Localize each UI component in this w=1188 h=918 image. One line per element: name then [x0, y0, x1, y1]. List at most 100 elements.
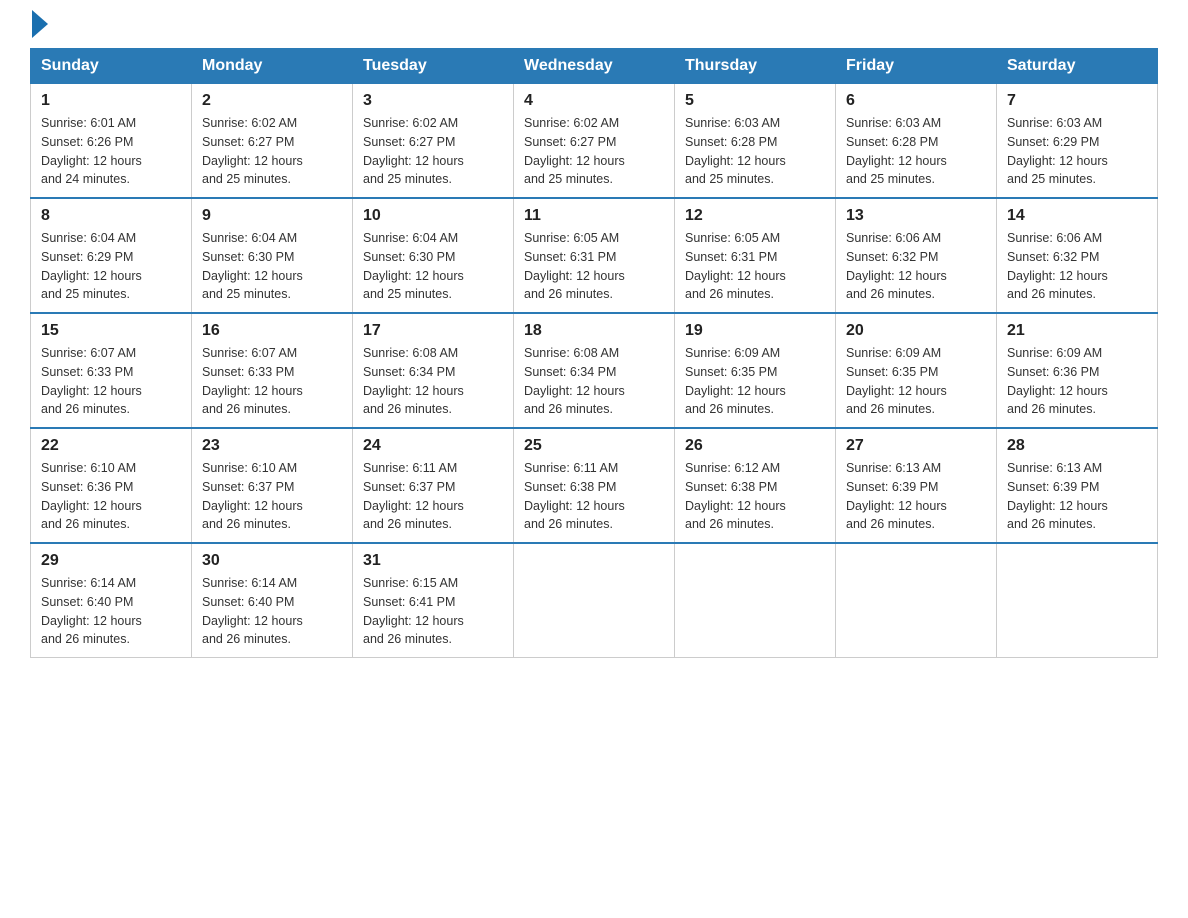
calendar-cell: 6 Sunrise: 6:03 AMSunset: 6:28 PMDaylight…: [836, 84, 997, 199]
calendar-cell: [675, 543, 836, 658]
day-info: Sunrise: 6:13 AMSunset: 6:39 PMDaylight:…: [846, 459, 986, 534]
day-number: 1: [41, 92, 181, 110]
day-number: 6: [846, 92, 986, 110]
calendar-cell: 21 Sunrise: 6:09 AMSunset: 6:36 PMDayligh…: [997, 313, 1158, 428]
day-info: Sunrise: 6:10 AMSunset: 6:37 PMDaylight:…: [202, 459, 342, 534]
day-info: Sunrise: 6:05 AMSunset: 6:31 PMDaylight:…: [524, 229, 664, 304]
calendar-cell: 2Sunrise: 6:02 AMSunset: 6:27 PMDaylight…: [192, 84, 353, 199]
calendar-week-row: 29 Sunrise: 6:14 AMSunset: 6:40 PMDayligh…: [31, 543, 1158, 658]
day-info: Sunrise: 6:08 AMSunset: 6:34 PMDaylight:…: [363, 344, 503, 419]
calendar-cell: 23 Sunrise: 6:10 AMSunset: 6:37 PMDayligh…: [192, 428, 353, 543]
day-number: 15: [41, 322, 181, 340]
calendar-header-tuesday: Tuesday: [353, 49, 514, 84]
day-number: 20: [846, 322, 986, 340]
calendar-table: SundayMondayTuesdayWednesdayThursdayFrid…: [30, 48, 1158, 658]
day-number: 14: [1007, 207, 1147, 225]
day-info: Sunrise: 6:07 AMSunset: 6:33 PMDaylight:…: [202, 344, 342, 419]
calendar-week-row: 1 Sunrise: 6:01 AMSunset: 6:26 PMDaylight…: [31, 84, 1158, 199]
logo: [30, 20, 48, 38]
day-number: 17: [363, 322, 503, 340]
day-number: 2: [202, 92, 342, 110]
calendar-cell: 29Sunrise: 6:14 AMSunset: 6:40 PMDayligh…: [31, 543, 192, 658]
calendar-week-row: 15 Sunrise: 6:07 AMSunset: 6:33 PMDayligh…: [31, 313, 1158, 428]
day-info: Sunrise: 6:08 AMSunset: 6:34 PMDaylight:…: [524, 344, 664, 419]
day-number: 31: [363, 552, 503, 570]
day-number: 28: [1007, 437, 1147, 455]
calendar-cell: 4 Sunrise: 6:02 AMSunset: 6:27 PMDaylight…: [514, 84, 675, 199]
day-number: 5: [685, 92, 825, 110]
calendar-cell: 26 Sunrise: 6:12 AMSunset: 6:38 PMDayligh…: [675, 428, 836, 543]
day-info: Sunrise: 6:09 AMSunset: 6:35 PMDaylight:…: [685, 344, 825, 419]
page-header: [30, 20, 1158, 38]
day-number: 27: [846, 437, 986, 455]
day-info: Sunrise: 6:07 AMSunset: 6:33 PMDaylight:…: [41, 344, 181, 419]
calendar-cell: 19 Sunrise: 6:09 AMSunset: 6:35 PMDayligh…: [675, 313, 836, 428]
calendar-cell: 20 Sunrise: 6:09 AMSunset: 6:35 PMDayligh…: [836, 313, 997, 428]
day-number: 11: [524, 207, 664, 225]
calendar-cell: [836, 543, 997, 658]
calendar-header-row: SundayMondayTuesdayWednesdayThursdayFrid…: [31, 49, 1158, 84]
calendar-cell: 7Sunrise: 6:03 AMSunset: 6:29 PMDaylight…: [997, 84, 1158, 199]
calendar-header-thursday: Thursday: [675, 49, 836, 84]
day-number: 29: [41, 552, 181, 570]
day-info: Sunrise: 6:09 AMSunset: 6:35 PMDaylight:…: [846, 344, 986, 419]
calendar-cell: 25 Sunrise: 6:11 AMSunset: 6:38 PMDayligh…: [514, 428, 675, 543]
day-number: 25: [524, 437, 664, 455]
calendar-cell: 24 Sunrise: 6:11 AMSunset: 6:37 PMDayligh…: [353, 428, 514, 543]
calendar-cell: 11 Sunrise: 6:05 AMSunset: 6:31 PMDayligh…: [514, 198, 675, 313]
day-info: Sunrise: 6:06 AMSunset: 6:32 PMDaylight:…: [1007, 229, 1147, 304]
day-info: Sunrise: 6:09 AMSunset: 6:36 PMDaylight:…: [1007, 344, 1147, 419]
calendar-cell: 16 Sunrise: 6:07 AMSunset: 6:33 PMDayligh…: [192, 313, 353, 428]
day-number: 3: [363, 92, 503, 110]
day-number: 8: [41, 207, 181, 225]
calendar-cell: 31Sunrise: 6:15 AMSunset: 6:41 PMDayligh…: [353, 543, 514, 658]
calendar-cell: 22 Sunrise: 6:10 AMSunset: 6:36 PMDayligh…: [31, 428, 192, 543]
calendar-cell: 15 Sunrise: 6:07 AMSunset: 6:33 PMDayligh…: [31, 313, 192, 428]
day-info: Sunrise: 6:14 AMSunset: 6:40 PMDaylight:…: [202, 574, 342, 649]
calendar-cell: [997, 543, 1158, 658]
day-number: 16: [202, 322, 342, 340]
calendar-cell: 5 Sunrise: 6:03 AMSunset: 6:28 PMDaylight…: [675, 84, 836, 199]
calendar-cell: 13 Sunrise: 6:06 AMSunset: 6:32 PMDayligh…: [836, 198, 997, 313]
calendar-header-saturday: Saturday: [997, 49, 1158, 84]
calendar-cell: 9Sunrise: 6:04 AMSunset: 6:30 PMDaylight…: [192, 198, 353, 313]
day-info: Sunrise: 6:11 AMSunset: 6:38 PMDaylight:…: [524, 459, 664, 534]
day-info: Sunrise: 6:12 AMSunset: 6:38 PMDaylight:…: [685, 459, 825, 534]
calendar-cell: 18 Sunrise: 6:08 AMSunset: 6:34 PMDayligh…: [514, 313, 675, 428]
day-number: 18: [524, 322, 664, 340]
day-info: Sunrise: 6:13 AMSunset: 6:39 PMDaylight:…: [1007, 459, 1147, 534]
day-number: 12: [685, 207, 825, 225]
day-info: Sunrise: 6:06 AMSunset: 6:32 PMDaylight:…: [846, 229, 986, 304]
day-number: 30: [202, 552, 342, 570]
calendar-cell: 10Sunrise: 6:04 AMSunset: 6:30 PMDayligh…: [353, 198, 514, 313]
day-info: Sunrise: 6:02 AMSunset: 6:27 PMDaylight:…: [524, 114, 664, 189]
calendar-cell: 8 Sunrise: 6:04 AMSunset: 6:29 PMDaylight…: [31, 198, 192, 313]
day-number: 13: [846, 207, 986, 225]
day-info: Sunrise: 6:01 AMSunset: 6:26 PMDaylight:…: [41, 114, 181, 189]
day-info: Sunrise: 6:02 AMSunset: 6:27 PMDaylight:…: [363, 114, 503, 189]
calendar-cell: 1 Sunrise: 6:01 AMSunset: 6:26 PMDaylight…: [31, 84, 192, 199]
calendar-week-row: 8 Sunrise: 6:04 AMSunset: 6:29 PMDaylight…: [31, 198, 1158, 313]
day-info: Sunrise: 6:04 AMSunset: 6:30 PMDaylight:…: [202, 229, 342, 304]
day-info: Sunrise: 6:04 AMSunset: 6:30 PMDaylight:…: [363, 229, 503, 304]
day-info: Sunrise: 6:04 AMSunset: 6:29 PMDaylight:…: [41, 229, 181, 304]
day-number: 23: [202, 437, 342, 455]
day-info: Sunrise: 6:03 AMSunset: 6:28 PMDaylight:…: [846, 114, 986, 189]
calendar-header-sunday: Sunday: [31, 49, 192, 84]
day-info: Sunrise: 6:11 AMSunset: 6:37 PMDaylight:…: [363, 459, 503, 534]
day-number: 19: [685, 322, 825, 340]
day-number: 24: [363, 437, 503, 455]
day-number: 4: [524, 92, 664, 110]
day-info: Sunrise: 6:05 AMSunset: 6:31 PMDaylight:…: [685, 229, 825, 304]
calendar-cell: 17 Sunrise: 6:08 AMSunset: 6:34 PMDayligh…: [353, 313, 514, 428]
day-number: 22: [41, 437, 181, 455]
day-info: Sunrise: 6:03 AMSunset: 6:28 PMDaylight:…: [685, 114, 825, 189]
calendar-cell: 14 Sunrise: 6:06 AMSunset: 6:32 PMDayligh…: [997, 198, 1158, 313]
day-number: 21: [1007, 322, 1147, 340]
calendar-cell: 27 Sunrise: 6:13 AMSunset: 6:39 PMDayligh…: [836, 428, 997, 543]
day-info: Sunrise: 6:03 AMSunset: 6:29 PMDaylight:…: [1007, 114, 1147, 189]
calendar-cell: 30 Sunrise: 6:14 AMSunset: 6:40 PMDayligh…: [192, 543, 353, 658]
calendar-header-friday: Friday: [836, 49, 997, 84]
day-number: 26: [685, 437, 825, 455]
day-info: Sunrise: 6:10 AMSunset: 6:36 PMDaylight:…: [41, 459, 181, 534]
